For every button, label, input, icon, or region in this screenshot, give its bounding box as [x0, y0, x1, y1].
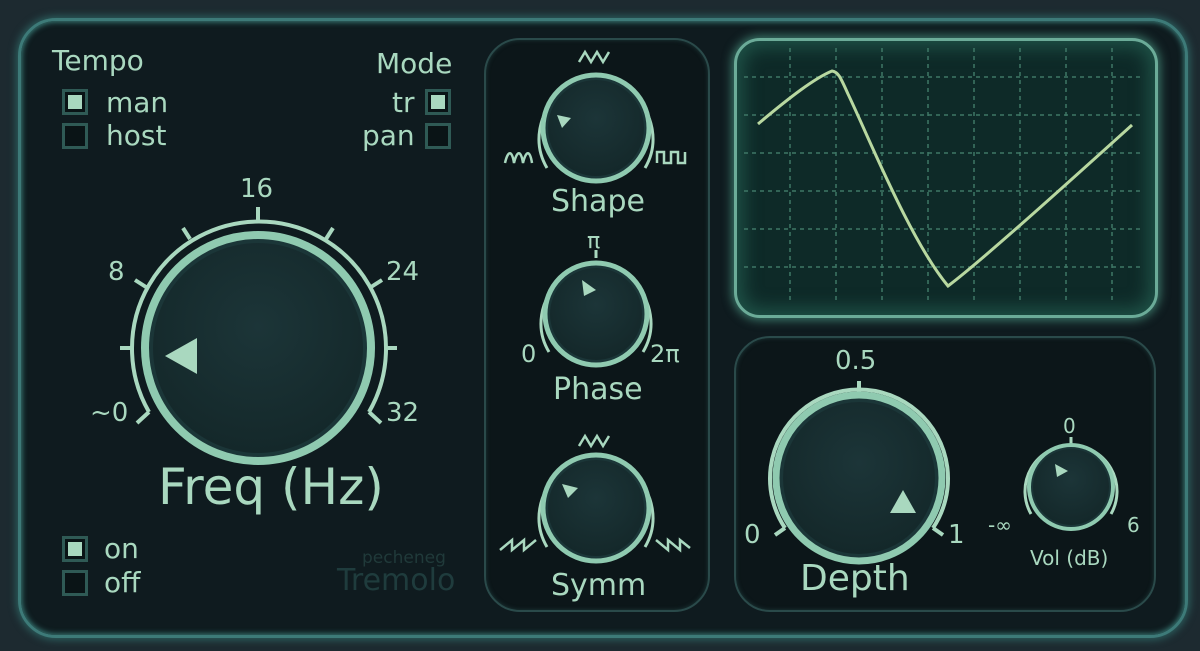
symm-triangle-wave-icon — [577, 433, 611, 449]
phase-tick-2pi: 2π — [650, 340, 680, 368]
symm-label: Symm — [551, 568, 647, 603]
freq-tick-8: 8 — [108, 257, 125, 287]
vol-tick-mid: 0 — [1063, 414, 1076, 438]
phase-tick-0: 0 — [521, 340, 537, 368]
freq-knob[interactable] — [120, 207, 397, 465]
depth-tick-max: 1 — [948, 520, 965, 550]
knobs-layer — [120, 49, 1119, 565]
freq-tick-24: 24 — [386, 257, 420, 287]
depth-tick-min: 0 — [744, 520, 761, 550]
freq-tick-min: ~0 — [90, 398, 129, 428]
shape-label: Shape — [551, 184, 645, 219]
depth-label: Depth — [800, 558, 910, 599]
vol-knob[interactable] — [1023, 437, 1119, 531]
depth-knob[interactable] — [768, 381, 950, 565]
depth-tick-mid: 0.5 — [835, 346, 877, 376]
shape-knob[interactable] — [537, 72, 655, 184]
shape-sine-wave-icon — [503, 152, 534, 164]
freq-tick-32: 32 — [386, 398, 420, 428]
shape-triangle-wave-icon — [577, 49, 611, 65]
symm-ramp-down-icon — [655, 537, 691, 553]
phase-knob[interactable] — [539, 250, 653, 368]
freq-tick-16: 16 — [240, 174, 274, 204]
vol-label: Vol (dB) — [1030, 546, 1109, 570]
freq-label: Freq (Hz) — [158, 458, 384, 516]
symm-knob[interactable] — [537, 452, 655, 564]
vol-tick-max: 6 — [1127, 513, 1140, 537]
phase-tick-pi: π — [587, 229, 601, 254]
phase-label: Phase — [553, 372, 643, 407]
symm-ramp-up-icon — [499, 537, 537, 553]
vol-tick-min: -∞ — [988, 513, 1012, 537]
shape-square-wave-icon — [655, 150, 687, 165]
